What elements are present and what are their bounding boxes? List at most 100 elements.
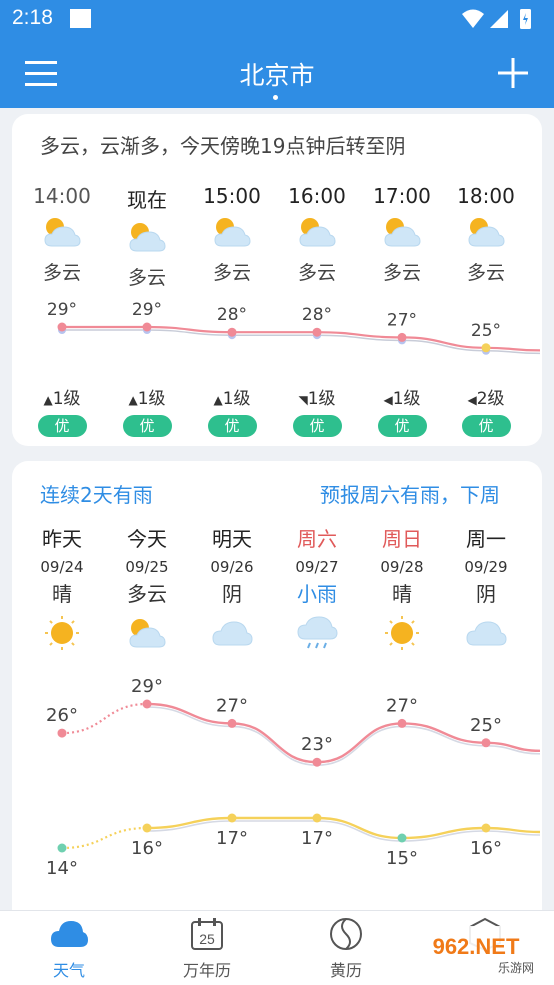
wind-text: 2级 (476, 389, 505, 409)
day-date: 09/25 (125, 558, 169, 576)
day-name: 明天 (212, 527, 252, 551)
hourly-forecast-card: 多云，云渐多，今天傍晚19点钟后转至阴 14:00 多云 ▲1级优现在 多云 ▲1级优 1… (12, 114, 542, 446)
aqi-badge: 优 (122, 415, 172, 437)
wind-direction-icon: ◥ (298, 393, 308, 407)
high-temp-point (397, 718, 407, 728)
tab-weather[interactable]: 天气 (24, 917, 114, 981)
hourly-shadow-point (143, 326, 151, 334)
daily-item[interactable]: 周一 09/29 阴 (444, 523, 528, 659)
wind-level: ◥1级 (275, 384, 359, 409)
partly-cloudy-icon (129, 223, 166, 252)
hourly-temp-line (62, 325, 541, 352)
tab-almanac[interactable]: 黄历 (301, 917, 391, 981)
day-name: 昨天 (42, 527, 82, 551)
partly-cloudy-icon (129, 619, 166, 648)
watermark-subtext: 乐游网 (498, 961, 534, 975)
low-shadow-line (146, 820, 541, 842)
hourly-temp-label: 28° (302, 305, 332, 325)
high-temp-label: 29° (131, 676, 163, 697)
hourly-wind-aqi: ◀2级优 (444, 384, 528, 437)
watermark-text: 962.NET (433, 934, 520, 959)
hourly-shadow-point (482, 346, 490, 355)
city-title[interactable]: 北京市 (0, 56, 554, 92)
wind-text: 1级 (137, 389, 166, 409)
low-temp-point (57, 843, 67, 853)
wind-text: 1级 (222, 389, 251, 409)
high-temp-point (142, 699, 152, 709)
wind-level: ▲1级 (20, 384, 104, 409)
hourly-temp-label: 25° (471, 321, 501, 341)
hour-time: 15:00 (203, 184, 261, 208)
daily-item[interactable]: 昨天 09/24 晴 (20, 523, 104, 659)
hour-condition: 多云 (42, 262, 81, 284)
hourly-temp-point (57, 322, 67, 332)
app-header: 北京市 (0, 38, 554, 108)
high-temp-label: 25° (470, 715, 502, 736)
daily-item[interactable]: 周日 09/28 晴 (360, 523, 444, 659)
day-condition: 阴 (222, 582, 242, 606)
weather-icon-wrap (275, 214, 359, 258)
wind-level: ◀1级 (360, 384, 444, 409)
weather-icon-wrap (20, 214, 104, 258)
weather-summary: 多云，云渐多，今天傍晚19点钟后转至阴 (40, 134, 406, 158)
hourly-temp-point (227, 327, 237, 337)
partly-cloudy-icon (44, 218, 81, 247)
wind-text: 1级 (392, 389, 421, 409)
aqi-badge: 优 (292, 415, 342, 437)
hourly-temp-point (312, 327, 322, 337)
hour-condition: 多云 (297, 262, 336, 284)
aqi-badge: 优 (461, 415, 511, 437)
hourly-item: 16:00 多云 (275, 184, 359, 285)
day-date: 09/24 (40, 558, 84, 576)
low-temp-label: 17° (216, 828, 248, 849)
hour-time: 现在 (127, 188, 167, 212)
hour-condition: 多云 (382, 262, 421, 284)
low-temp-label: 16° (470, 838, 502, 859)
tab-label: 黄历 (329, 961, 362, 980)
day-date: 09/28 (380, 558, 424, 576)
status-bar: 2:18 (0, 0, 554, 38)
status-time: 2:18 (12, 6, 53, 29)
page-indicator (273, 95, 278, 100)
partly-cloudy-icon (384, 218, 421, 247)
rain-notice-left: 连续2天有雨 (40, 483, 153, 507)
low-temp-point (227, 813, 237, 823)
notification-icon (70, 9, 91, 28)
day-name: 周一 (466, 527, 506, 551)
high-temp-point (481, 738, 491, 748)
day-condition: 晴 (392, 582, 412, 606)
site-watermark: 962.NET 乐游网 (406, 926, 546, 978)
hourly-temp-point (142, 322, 152, 332)
hour-condition: 多云 (212, 262, 251, 284)
wind-text: 1级 (52, 389, 81, 409)
hourly-temp-label: 27° (387, 310, 417, 330)
hour-time: 14:00 (33, 184, 91, 208)
sun-icon (385, 616, 419, 650)
daily-item[interactable]: 周六 09/27 小雨 (275, 523, 359, 659)
low-temp-line (146, 816, 541, 840)
low-temp-point (312, 813, 322, 823)
daily-item[interactable]: 今天 09/25 多云 (105, 523, 189, 659)
calendar-day-number: 25 (199, 931, 215, 947)
day-icon-wrap (105, 615, 189, 659)
high-temp-line (146, 702, 541, 764)
add-city-icon[interactable] (497, 57, 529, 89)
hourly-item: 17:00 多云 (360, 184, 444, 285)
hourly-temp-label: 29° (47, 300, 77, 320)
hourly-item: 14:00 多云 (20, 184, 104, 285)
hourly-wind-aqi: ▲1级优 (190, 384, 274, 437)
day-condition: 小雨 (297, 582, 337, 606)
weather-icon-wrap (105, 219, 189, 263)
hourly-temp-label: 29° (132, 300, 162, 320)
hourly-temp-label: 28° (217, 305, 247, 325)
rain-notice-right: 预报周六有雨，下周 (320, 483, 500, 507)
hourly-wind-aqi: ◀1级优 (360, 384, 444, 437)
hourly-shadow-line (62, 329, 541, 355)
daily-item[interactable]: 明天 09/26 阴 (190, 523, 274, 659)
day-icon-wrap (20, 615, 104, 659)
low-past-segment (61, 826, 148, 850)
low-temp-label: 14° (46, 858, 78, 879)
hourly-shadow-point (398, 336, 406, 345)
tab-calendar[interactable]: 25 万年历 (162, 917, 252, 981)
wifi-icon (462, 9, 484, 28)
